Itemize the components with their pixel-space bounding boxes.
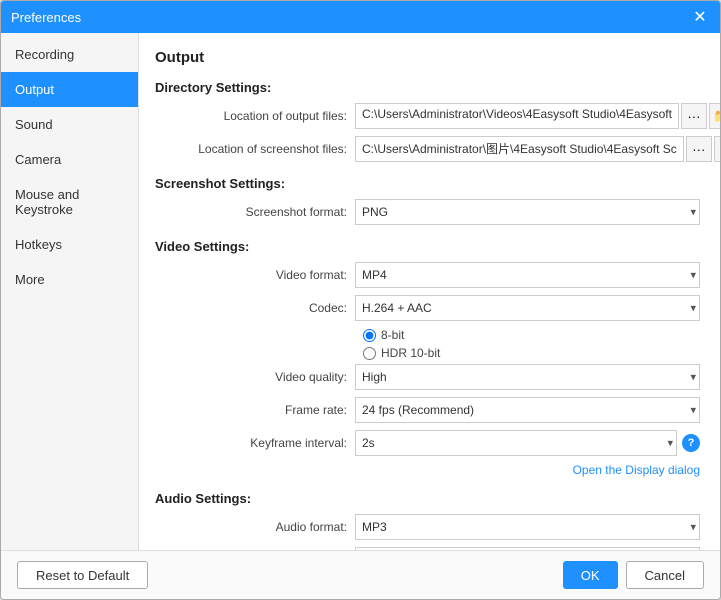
codec-select-wrap: H.264 + AAC H.265 + AAC VP9 ▾: [355, 295, 700, 321]
screenshot-format-label: Screenshot format:: [155, 205, 355, 219]
audio-codec-select-wrap: MP3 AAC ▾: [355, 547, 700, 550]
audio-codec-select[interactable]: MP3 AAC: [355, 547, 700, 550]
codec-label: Codec:: [155, 301, 355, 315]
sidebar-item-output[interactable]: Output: [1, 72, 138, 107]
video-format-select-wrap: MP4 MOV AVI MKV ▾: [355, 262, 700, 288]
video-quality-row: Video quality: High Medium Low ▾: [155, 364, 700, 390]
main-content: Output Directory Settings: Location of o…: [139, 33, 720, 550]
display-dialog-link[interactable]: Open the Display dialog: [155, 463, 700, 477]
output-folder-button[interactable]: 📁: [709, 103, 720, 129]
video-quality-control: High Medium Low ▾: [355, 364, 700, 390]
audio-format-control: MP3 AAC WAV FLAC ▾: [355, 514, 700, 540]
framerate-select-wrap: 24 fps (Recommend) 30 fps 60 fps ▾: [355, 397, 700, 423]
sidebar-item-more[interactable]: More: [1, 262, 138, 297]
video-quality-label: Video quality:: [155, 370, 355, 384]
codec-row: Codec: H.264 + AAC H.265 + AAC VP9 ▾: [155, 295, 700, 321]
8bit-radio[interactable]: [363, 329, 376, 342]
video-quality-select-wrap: High Medium Low ▾: [355, 364, 700, 390]
keyframe-select-wrap: 2s 4s 8s ▾: [355, 430, 677, 456]
sidebar-item-recording[interactable]: Recording: [1, 37, 138, 72]
preferences-window: Preferences ✕ Recording Output Sound Cam…: [0, 0, 721, 600]
screenshot-format-row: Screenshot format: PNG JPG BMP GIF ▾: [155, 199, 700, 225]
footer: Reset to Default OK Cancel: [1, 550, 720, 599]
screenshot-format-select-wrap: PNG JPG BMP GIF ▾: [355, 199, 700, 225]
audio-format-select-wrap: MP3 AAC WAV FLAC ▾: [355, 514, 700, 540]
screenshot-format-control: PNG JPG BMP GIF ▾: [355, 199, 700, 225]
output-dots-button[interactable]: ···: [681, 103, 707, 129]
keyframe-row: Keyframe interval: 2s 4s 8s ▾ ?: [155, 430, 700, 456]
video-format-label: Video format:: [155, 268, 355, 282]
framerate-control: 24 fps (Recommend) 30 fps 60 fps ▾: [355, 397, 700, 423]
audio-format-select[interactable]: MP3 AAC WAV FLAC: [355, 514, 700, 540]
8bit-row: 8-bit: [155, 328, 700, 342]
video-quality-select[interactable]: High Medium Low: [355, 364, 700, 390]
sidebar-item-camera[interactable]: Camera: [1, 142, 138, 177]
video-settings-title: Video Settings:: [155, 239, 700, 254]
screenshot-settings-title: Screenshot Settings:: [155, 176, 700, 191]
audio-format-label: Audio format:: [155, 520, 355, 534]
screenshot-folder-button[interactable]: 📁: [714, 136, 720, 162]
footer-right-buttons: OK Cancel: [563, 561, 704, 589]
ok-button[interactable]: OK: [563, 561, 618, 589]
framerate-row: Frame rate: 24 fps (Recommend) 30 fps 60…: [155, 397, 700, 423]
codec-select[interactable]: H.264 + AAC H.265 + AAC VP9: [355, 295, 700, 321]
sidebar-item-mouse-and-keystroke[interactable]: Mouse and Keystroke: [1, 177, 138, 227]
directory-settings-title: Directory Settings:: [155, 80, 700, 95]
sidebar-item-hotkeys[interactable]: Hotkeys: [1, 227, 138, 262]
keyframe-control: 2s 4s 8s ▾ ?: [355, 430, 700, 456]
framerate-select[interactable]: 24 fps (Recommend) 30 fps 60 fps: [355, 397, 700, 423]
audio-settings-title: Audio Settings:: [155, 491, 700, 506]
close-button[interactable]: ✕: [690, 7, 710, 27]
video-format-select[interactable]: MP4 MOV AVI MKV: [355, 262, 700, 288]
window-title: Preferences: [11, 10, 81, 25]
output-files-control: C:\Users\Administrator\Videos\4Easysoft …: [355, 103, 720, 129]
audio-codec-control: MP3 AAC ▾: [355, 547, 700, 550]
screenshot-files-label: Location of screenshot files:: [155, 142, 355, 156]
hdr-radio[interactable]: [363, 347, 376, 360]
screenshot-dots-button[interactable]: ···: [686, 136, 712, 162]
output-files-label: Location of output files:: [155, 109, 355, 123]
codec-control: H.264 + AAC H.265 + AAC VP9 ▾: [355, 295, 700, 321]
sidebar-item-sound[interactable]: Sound: [1, 107, 138, 142]
framerate-label: Frame rate:: [155, 403, 355, 417]
sidebar: Recording Output Sound Camera Mouse and …: [1, 33, 139, 550]
keyframe-label: Keyframe interval:: [155, 436, 355, 450]
video-format-control: MP4 MOV AVI MKV ▾: [355, 262, 700, 288]
content-area: Recording Output Sound Camera Mouse and …: [1, 33, 720, 550]
output-path-display: C:\Users\Administrator\Videos\4Easysoft …: [355, 103, 679, 129]
hdr-row: HDR 10-bit: [155, 346, 700, 360]
audio-format-row: Audio format: MP3 AAC WAV FLAC ▾: [155, 514, 700, 540]
screenshot-files-control: C:\Users\Administrator\图片\4Easysoft Stud…: [355, 136, 720, 162]
titlebar: Preferences ✕: [1, 1, 720, 33]
page-title: Output: [155, 49, 700, 66]
video-format-row: Video format: MP4 MOV AVI MKV ▾: [155, 262, 700, 288]
screenshot-format-select[interactable]: PNG JPG BMP GIF: [355, 199, 700, 225]
reset-button[interactable]: Reset to Default: [17, 561, 148, 589]
screenshot-files-row: Location of screenshot files: C:\Users\A…: [155, 136, 700, 162]
8bit-label: 8-bit: [381, 328, 404, 342]
screenshot-path-display: C:\Users\Administrator\图片\4Easysoft Stud…: [355, 136, 684, 162]
hdr-label: HDR 10-bit: [381, 346, 440, 360]
help-button[interactable]: ?: [682, 434, 700, 452]
keyframe-select[interactable]: 2s 4s 8s: [355, 430, 677, 456]
cancel-button[interactable]: Cancel: [626, 561, 704, 589]
output-files-row: Location of output files: C:\Users\Admin…: [155, 103, 700, 129]
